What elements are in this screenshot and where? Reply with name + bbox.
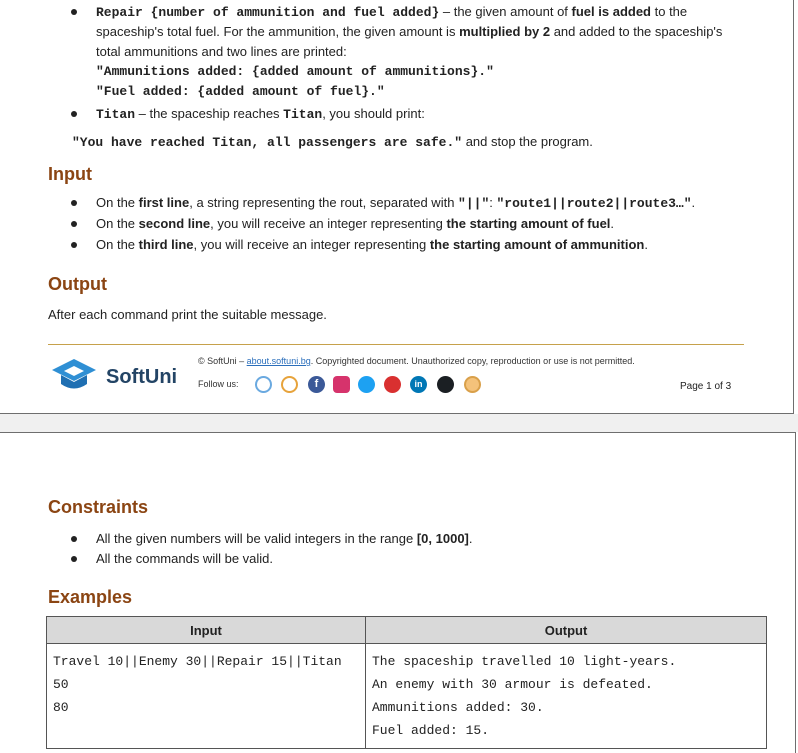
route-format-code: "route1||route2||route3…"	[496, 196, 692, 211]
text: © SoftUni –	[198, 356, 247, 366]
text: On the	[96, 237, 139, 252]
input-line-3: On the third line, you will receive an i…	[96, 236, 648, 254]
text: .	[644, 237, 648, 252]
text: , you will receive an integer representi…	[210, 216, 447, 231]
input-line: 50	[53, 677, 69, 692]
text-bold: the starting amount of ammunition	[429, 237, 645, 252]
bullet	[70, 199, 78, 207]
output-line: Ammunitions added: 30.	[372, 700, 544, 715]
input-cell: Travel 10||Enemy 30||Repair 15||Titan 50 8…	[46, 643, 366, 749]
twitter-icon[interactable]	[358, 376, 375, 393]
text: On the	[96, 195, 139, 210]
input-line: Travel 10||Enemy 30||Repair 15||Titan	[53, 654, 342, 669]
repair-description-line-1: Repair {number of ammunition and fuel ad…	[96, 3, 687, 22]
footer-divider	[48, 344, 744, 345]
examples-heading: Examples	[48, 587, 133, 607]
text: .	[468, 531, 473, 546]
separator-code: "||"	[458, 196, 490, 211]
text-bold: Titan	[283, 107, 323, 122]
output-text: After each command print the suitable me…	[48, 307, 327, 322]
text: :	[489, 195, 497, 210]
repair-output-2: "Fuel added: {added amount of fuel}."	[96, 84, 385, 99]
text-bold: the starting amount of fuel	[446, 216, 611, 231]
document-page-1: Repair {number of ammunition and fuel ad…	[0, 0, 794, 414]
text: to the	[651, 4, 688, 19]
page-number: Page 1 of 3	[680, 381, 732, 392]
text-bold: multiplied by 2	[459, 24, 551, 39]
text: , a string representing the rout, separa…	[189, 195, 459, 210]
repair-command: Repair {number of ammunition and fuel ad…	[96, 5, 440, 20]
softuni-logo-icon	[52, 359, 96, 389]
bullet	[70, 535, 78, 543]
constraint-2: All the commands will be valid.	[96, 551, 274, 566]
input-line-1: On the first line, a string representing…	[96, 194, 695, 213]
text-bold: first line	[138, 195, 190, 210]
bullet	[70, 110, 78, 118]
output-heading: Output	[48, 274, 107, 294]
facebook-icon[interactable]: f	[308, 376, 325, 393]
github-icon[interactable]	[437, 376, 454, 393]
about-link[interactable]: about.softuni.bg	[247, 356, 311, 366]
text: On the	[96, 216, 139, 231]
bullet	[70, 241, 78, 249]
email-icon[interactable]	[464, 376, 481, 393]
text-bold: third line	[138, 237, 194, 252]
table-header-output: Output	[365, 616, 767, 644]
text: – the spaceship reaches	[135, 106, 284, 121]
titan-output-code: "You have reached Titan, all passengers …	[72, 135, 463, 150]
linkedin-icon[interactable]: in	[410, 376, 427, 393]
input-line-2: On the second line, you will receive an …	[96, 215, 614, 233]
constraints-heading: Constraints	[48, 497, 149, 517]
bullet	[70, 8, 78, 16]
text: .	[610, 216, 615, 231]
constraint-1: All the given numbers will be valid inte…	[96, 530, 473, 548]
input-heading: Input	[48, 164, 92, 184]
examples-table: Input Output Travel 10||Enemy 30||Repair…	[46, 616, 767, 749]
instagram-icon[interactable]	[333, 376, 350, 393]
text: and added to the spaceship's	[550, 24, 723, 39]
repair-description-line-3: total ammunitions and two lines are prin…	[96, 44, 347, 59]
table-row: Travel 10||Enemy 30||Repair 15||Titan 50 8…	[46, 643, 767, 749]
text: and stop the program.	[462, 134, 593, 149]
bullet	[70, 555, 78, 563]
follow-us-label: Follow us:	[198, 379, 239, 389]
text: All the given numbers will be valid inte…	[96, 531, 417, 546]
output-line: The spaceship travelled 10 light-years.	[372, 654, 677, 669]
repair-description-line-2: spaceship's total fuel. For the ammuniti…	[96, 23, 722, 41]
text-bold: [0, 1000]	[416, 531, 469, 546]
output-cell: The spaceship travelled 10 light-years. A…	[365, 643, 767, 749]
softuni-icon[interactable]	[255, 376, 272, 393]
text: , you will receive an integer representi…	[193, 237, 430, 252]
titan-description: Titan – the spaceship reaches Titan, you…	[96, 105, 425, 124]
titan-output: "You have reached Titan, all passengers …	[72, 133, 593, 152]
text: , you should print:	[322, 106, 425, 121]
bullet	[70, 220, 78, 228]
text: . Copyrighted document. Unauthorized cop…	[310, 356, 635, 366]
titan-command: Titan	[96, 107, 136, 122]
text: .	[691, 195, 696, 210]
output-line: An enemy with 30 armour is defeated.	[372, 677, 653, 692]
text-bold: fuel is added	[571, 4, 651, 19]
youtube-icon[interactable]	[384, 376, 401, 393]
page-gap	[0, 414, 798, 432]
text: spaceship's total fuel. For the ammuniti…	[96, 24, 460, 39]
copyright-notice: © SoftUni – about.softuni.bg. Copyrighte…	[198, 356, 635, 366]
text-bold: second line	[138, 216, 211, 231]
table-header-input: Input	[46, 616, 366, 644]
softuni-foundation-icon[interactable]	[281, 376, 298, 393]
softuni-logo-text: SoftUni	[106, 366, 178, 388]
text: – the given amount of	[439, 4, 572, 19]
input-line: 80	[53, 700, 69, 715]
repair-output-1: "Ammunitions added: {added amount of amm…	[96, 64, 494, 79]
